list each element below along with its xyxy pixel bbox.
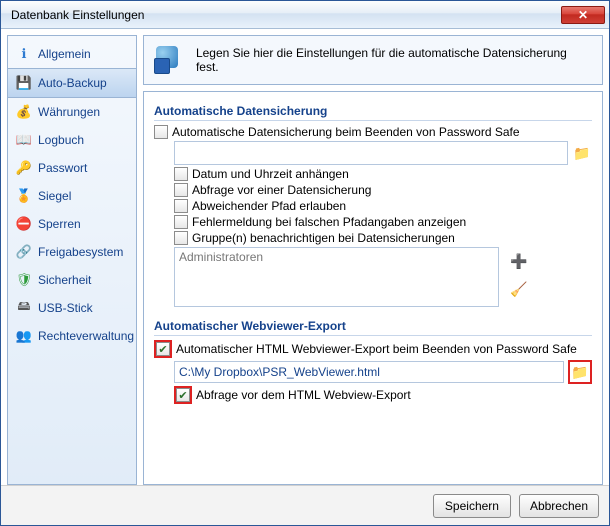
sidebar-item-label: Auto-Backup (38, 76, 107, 90)
label-webviewer-enable: Automatischer HTML Webviewer-Export beim… (176, 342, 577, 356)
sidebar-item-label: Rechteverwaltung (38, 329, 134, 343)
sidebar-item-label: Sperren (38, 217, 81, 231)
info-banner: Legen Sie hier die Einstellungen für die… (143, 35, 603, 85)
groups-textarea[interactable] (174, 247, 499, 307)
checkbox-webviewer-confirm[interactable] (176, 388, 190, 402)
group-title-backup: Automatische Datensicherung (154, 104, 592, 121)
sidebar-item-logbuch[interactable]: 📖 Logbuch (8, 126, 136, 154)
key-icon: 🔑 (16, 160, 32, 176)
sidebar-item-freigabesystem[interactable]: 🔗 Freigabesystem (8, 238, 136, 266)
sidebar-item-label: USB-Stick (38, 301, 93, 315)
browse-folder-icon[interactable]: 📁 (572, 143, 592, 163)
sidebar-item-siegel[interactable]: 🏅 Siegel (8, 182, 136, 210)
shield-icon: 🛡 (16, 272, 32, 288)
usb-icon: 🖴 (16, 300, 32, 316)
info-icon: ℹ (16, 46, 32, 62)
webviewer-path-input[interactable] (174, 361, 564, 383)
label-path-error-msg: Fehlermeldung bei falschen Pfadangaben a… (192, 215, 466, 229)
sidebar-item-passwort[interactable]: 🔑 Passwort (8, 154, 136, 182)
group-action-buttons: ➕ 🧹 (509, 251, 529, 299)
row-backup-enable: Automatische Datensicherung beim Beenden… (154, 125, 592, 139)
label-allow-diff-path: Abweichender Pfad erlauben (192, 199, 346, 213)
remove-group-icon[interactable]: 🧹 (509, 279, 529, 299)
info-text: Legen Sie hier die Einstellungen für die… (196, 46, 592, 74)
checkbox-backup-enable[interactable] (154, 125, 168, 139)
row-webviewer-path: 📁 (174, 360, 592, 384)
label-webviewer-confirm: Abfrage vor dem HTML Webview-Export (196, 388, 411, 402)
highlight-webviewer-enable (154, 340, 172, 358)
share-icon: 🔗 (16, 244, 32, 260)
browse-webviewer-folder-icon[interactable]: 📁 (570, 362, 590, 382)
cancel-button[interactable]: Abbrechen (519, 494, 599, 518)
label-append-datetime: Datum und Uhrzeit anhängen (192, 167, 349, 181)
label-backup-enable: Automatische Datensicherung beim Beenden… (172, 125, 520, 139)
add-group-icon[interactable]: ➕ (509, 251, 529, 271)
sidebar-item-label: Freigabesystem (38, 245, 123, 259)
sidebar-item-label: Passwort (38, 161, 87, 175)
database-save-icon (154, 46, 184, 74)
row-opt-2: Abweichender Pfad erlauben (174, 199, 592, 213)
footer: Speichern Abbrechen (1, 485, 609, 525)
checkbox-webviewer-enable[interactable] (156, 342, 170, 356)
row-backup-path: 📁 (174, 141, 592, 165)
sidebar-item-auto-backup[interactable]: 💾 Auto-Backup (8, 68, 136, 98)
save-button[interactable]: Speichern (433, 494, 511, 518)
row-opt-1: Abfrage vor einer Datensicherung (174, 183, 592, 197)
body: ℹ Allgemein 💾 Auto-Backup 💰 Währungen 📖 … (1, 29, 609, 485)
close-button[interactable]: ✕ (561, 6, 605, 24)
sidebar-item-label: Währungen (38, 105, 100, 119)
highlight-webviewer-confirm (174, 386, 192, 404)
sidebar-item-sicherheit[interactable]: 🛡 Sicherheit (8, 266, 136, 294)
checkbox-notify-groups[interactable] (174, 231, 188, 245)
sidebar: ℹ Allgemein 💾 Auto-Backup 💰 Währungen 📖 … (7, 35, 137, 485)
sidebar-item-sperren[interactable]: ⛔ Sperren (8, 210, 136, 238)
sidebar-item-waehrungen[interactable]: 💰 Währungen (8, 98, 136, 126)
row-opt-3: Fehlermeldung bei falschen Pfadangaben a… (174, 215, 592, 229)
label-confirm-backup: Abfrage vor einer Datensicherung (192, 183, 371, 197)
window-title: Datenbank Einstellungen (11, 8, 561, 22)
label-notify-groups: Gruppe(n) benachrichtigen bei Datensiche… (192, 231, 455, 245)
sidebar-item-label: Allgemein (38, 47, 91, 61)
checkbox-path-error-msg[interactable] (174, 215, 188, 229)
highlight-browse-webviewer: 📁 (568, 360, 592, 384)
close-icon: ✕ (578, 8, 588, 22)
sidebar-item-allgemein[interactable]: ℹ Allgemein (8, 40, 136, 68)
backup-path-input[interactable] (174, 141, 568, 165)
rights-icon: 👥 (16, 328, 32, 344)
settings-window: Datenbank Einstellungen ✕ ℹ Allgemein 💾 … (0, 0, 610, 526)
settings-content: Automatische Datensicherung Automatische… (143, 91, 603, 485)
row-opt-4: Gruppe(n) benachrichtigen bei Datensiche… (174, 231, 592, 245)
seal-icon: 🏅 (16, 188, 32, 204)
logbook-icon: 📖 (16, 132, 32, 148)
sidebar-item-rechteverwaltung[interactable]: 👥 Rechteverwaltung (8, 322, 136, 350)
sidebar-item-label: Sicherheit (38, 273, 91, 287)
main-panel: Legen Sie hier die Einstellungen für die… (143, 35, 603, 485)
checkbox-append-datetime[interactable] (174, 167, 188, 181)
sidebar-item-label: Siegel (38, 189, 71, 203)
row-groups-textarea: ➕ 🧹 (174, 247, 592, 307)
block-icon: ⛔ (16, 216, 32, 232)
sidebar-item-usb-stick[interactable]: 🖴 USB-Stick (8, 294, 136, 322)
row-webviewer-enable: Automatischer HTML Webviewer-Export beim… (154, 340, 592, 358)
row-opt-0: Datum und Uhrzeit anhängen (174, 167, 592, 181)
titlebar: Datenbank Einstellungen ✕ (1, 1, 609, 29)
row-webviewer-confirm: Abfrage vor dem HTML Webview-Export (174, 386, 592, 404)
currency-icon: 💰 (16, 104, 32, 120)
backup-icon: 💾 (16, 75, 32, 91)
checkbox-allow-diff-path[interactable] (174, 199, 188, 213)
sidebar-item-label: Logbuch (38, 133, 84, 147)
group-title-webviewer: Automatischer Webviewer-Export (154, 319, 592, 336)
checkbox-confirm-backup[interactable] (174, 183, 188, 197)
